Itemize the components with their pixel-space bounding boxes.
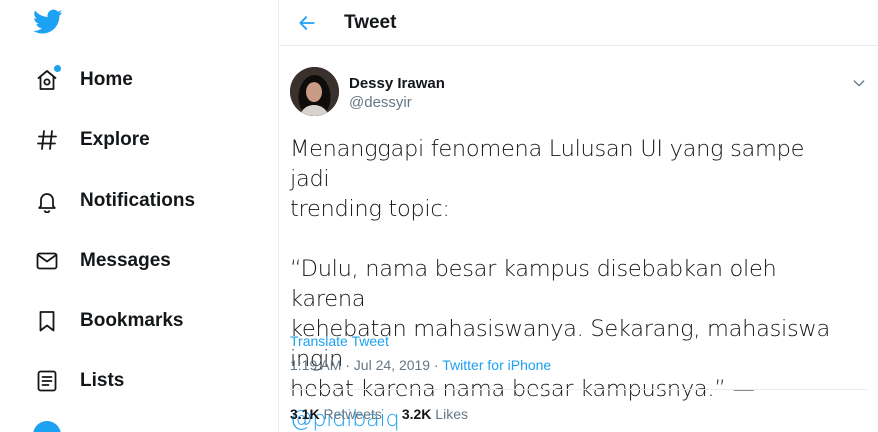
tweet-timestamp[interactable]: 1:19 AM · Jul 24, 2019 ·	[290, 357, 442, 373]
author-handle[interactable]: @dessyir	[349, 94, 412, 111]
sidebar-item-messages[interactable]: Messages	[21, 236, 261, 286]
tweet-detail-column: Tweet Dessy Irawan @dessyir Menanggapi f…	[278, 0, 878, 432]
sidebar-item-home[interactable]: Home	[21, 55, 261, 105]
tweet-stats: 3.1K Retweets 3.2K Likes	[290, 406, 488, 422]
notification-dot	[54, 65, 61, 72]
tweet-source-link[interactable]: Twitter for iPhone	[442, 357, 551, 373]
tweet-text: Menanggapi fenomena Lulusan UI yang samp…	[290, 134, 850, 432]
avatar[interactable]	[290, 67, 339, 116]
sidebar-item-label: Lists	[80, 370, 125, 391]
page-header: Tweet	[279, 0, 878, 46]
retweets-stat[interactable]: 3.1K Retweets	[290, 406, 382, 422]
sidebar-item-explore[interactable]: Explore	[21, 115, 261, 165]
envelope-icon	[33, 247, 61, 275]
page-title: Tweet	[344, 11, 397, 33]
profile-icon[interactable]	[33, 421, 61, 432]
sidebar-item-notifications[interactable]: Notifications	[21, 176, 261, 226]
tweet-quote: “Dulu, nama besar kampus disebabkan oleh…	[290, 256, 830, 402]
divider	[290, 389, 867, 390]
back-arrow-icon[interactable]	[292, 8, 322, 38]
sidebar-item-label: Explore	[80, 129, 150, 150]
sidebar-item-label: Notifications	[80, 190, 196, 211]
sidebar-item-label: Home	[80, 69, 133, 90]
likes-count: 3.2K	[401, 406, 432, 422]
sidebar-item-bookmarks[interactable]: Bookmarks	[21, 296, 261, 346]
chevron-down-icon[interactable]	[851, 75, 867, 91]
twitter-bird-icon[interactable]	[33, 9, 63, 35]
translate-tweet-link[interactable]: Translate Tweet	[290, 333, 389, 349]
list-icon	[33, 367, 61, 395]
tweet-text-intro: Menanggapi fenomena Lulusan UI yang samp…	[290, 136, 805, 222]
tweet-meta: 1:19 AM · Jul 24, 2019 · Twitter for iPh…	[290, 357, 551, 373]
retweets-label: Retweets	[323, 406, 382, 422]
likes-label: Likes	[435, 406, 468, 422]
sidebar-item-label: Bookmarks	[80, 310, 184, 331]
author-name[interactable]: Dessy Irawan	[349, 75, 445, 92]
sidebar-item-label: Messages	[80, 250, 171, 271]
home-icon	[33, 65, 61, 94]
retweets-count: 3.1K	[290, 406, 320, 422]
hashtag-icon	[33, 126, 61, 154]
likes-stat[interactable]: 3.2K Likes	[402, 406, 468, 422]
bookmark-icon	[33, 307, 61, 335]
sidebar: Home Explore Notifications Messages Book…	[0, 0, 278, 432]
sidebar-item-lists[interactable]: Lists	[21, 356, 261, 406]
bell-icon	[33, 187, 61, 215]
